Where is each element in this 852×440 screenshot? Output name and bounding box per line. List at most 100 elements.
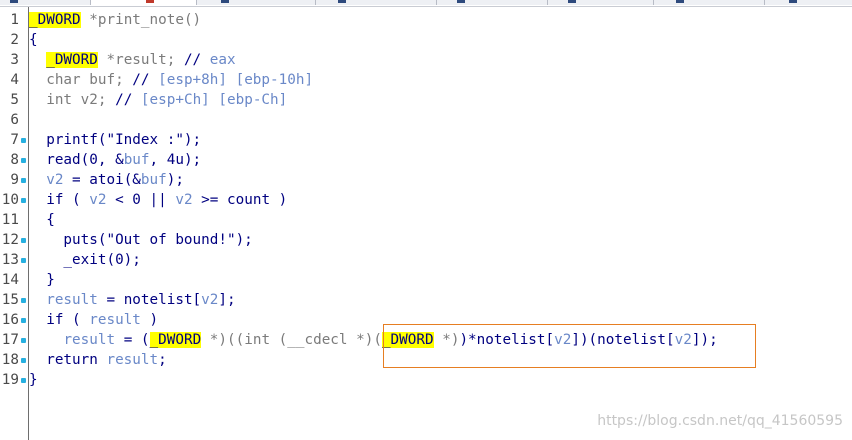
code-line[interactable]: 8 read(0, &buf, 4u); (0, 150, 852, 170)
code-token: = atoi(& (63, 172, 141, 188)
code-line[interactable]: 2{ (0, 30, 852, 50)
line-number: 3 (10, 52, 19, 68)
breakpoint-marker-icon[interactable] (21, 358, 26, 363)
line-number: 19 (1, 372, 19, 388)
code-text: v2 = atoi(&buf); (29, 170, 184, 190)
code-token: *)((int (__cdecl *)( (201, 332, 382, 348)
breakpoint-marker-icon[interactable] (21, 338, 26, 343)
highlighted-token: _DWORD (29, 12, 81, 28)
code-text: result = notelist[v2]; (29, 290, 236, 310)
code-text: _DWORD *print_note() (29, 10, 201, 30)
code-token: // (115, 92, 141, 108)
code-line[interactable]: 4 char buf; // [esp+8h] [ebp-10h] (0, 70, 852, 90)
line-number: 11 (1, 212, 19, 228)
code-token: puts("Out of bound!"); (29, 232, 253, 248)
code-token: result (63, 332, 116, 348)
code-text: } (29, 370, 38, 390)
breakpoint-marker-icon[interactable] (21, 138, 26, 143)
code-token: _exit(0); (29, 252, 141, 268)
code-token: result (106, 352, 159, 368)
code-token: buf (140, 172, 167, 188)
code-line[interactable]: 5 int v2; // [esp+Ch] [ebp-Ch] (0, 90, 852, 110)
line-number: 15 (1, 292, 19, 308)
code-line[interactable]: 14 } (0, 270, 852, 290)
code-token: char buf; (46, 72, 133, 88)
breakpoint-marker-icon[interactable] (21, 178, 26, 183)
tab-8[interactable] (765, 0, 852, 5)
code-token: = ( (115, 332, 150, 348)
code-token: int v2; (46, 92, 116, 108)
code-text: return result; (29, 350, 167, 370)
code-token: read(0, & (29, 152, 124, 168)
tab-5[interactable] (437, 0, 548, 5)
highlighted-token: _DWORD (46, 52, 98, 68)
code-line[interactable]: 13 _exit(0); (0, 250, 852, 270)
code-text: { (29, 210, 55, 230)
code-text: { (29, 30, 38, 50)
code-token: // (183, 52, 210, 68)
code-token: >= count ) (192, 192, 288, 208)
breakpoint-marker-icon[interactable] (21, 298, 26, 303)
code-token: v2 (201, 292, 219, 308)
line-number: 18 (1, 352, 19, 368)
code-line[interactable]: 9 v2 = atoi(&buf); (0, 170, 852, 190)
code-token: return (29, 352, 107, 368)
code-token: [esp+8h] [ebp-10h] (158, 72, 314, 88)
breakpoint-marker-icon[interactable] (21, 318, 26, 323)
tab-7[interactable] (654, 0, 765, 5)
code-line[interactable]: 12 puts("Out of bound!"); (0, 230, 852, 250)
code-line[interactable]: 3 _DWORD *result; // eax (0, 50, 852, 70)
breakpoint-marker-icon[interactable] (21, 258, 26, 263)
code-token: ]; (218, 292, 236, 308)
code-line[interactable]: 1 _DWORD *print_note() (0, 10, 852, 30)
line-number: 7 (10, 132, 19, 148)
code-text: if ( result ) (29, 310, 158, 330)
code-line[interactable]: 6 (0, 110, 852, 130)
tab-4[interactable] (316, 0, 437, 5)
code-token: < 0 || (106, 192, 176, 208)
code-token: if ( (29, 192, 90, 208)
tab-1[interactable] (0, 0, 91, 5)
code-text: puts("Out of bound!"); (29, 230, 253, 250)
code-token: = notelist[ (97, 292, 202, 308)
breakpoint-marker-icon[interactable] (21, 378, 26, 383)
line-number: 5 (10, 92, 19, 108)
code-token: buf (123, 152, 150, 168)
code-line[interactable]: 19} (0, 370, 852, 390)
breakpoint-marker-icon[interactable] (21, 238, 26, 243)
code-text: int v2; // [esp+Ch] [ebp-Ch] (29, 90, 287, 110)
line-number: 4 (10, 72, 19, 88)
code-token: result (46, 292, 98, 308)
code-line[interactable]: 11 { (0, 210, 852, 230)
line-number: 8 (10, 152, 19, 168)
line-number: 12 (1, 232, 19, 248)
highlighted-token: _DWORD (149, 332, 202, 348)
code-token: v2 (89, 192, 107, 208)
code-token: { (29, 212, 55, 228)
breakpoint-marker-icon[interactable] (21, 198, 26, 203)
line-number: 10 (1, 192, 19, 208)
code-line[interactable]: 15 result = notelist[v2]; (0, 290, 852, 310)
code-line[interactable]: 10 if ( v2 < 0 || v2 >= count ) (0, 190, 852, 210)
code-token: } (29, 372, 38, 388)
tab-3[interactable] (197, 0, 316, 5)
tab-6[interactable] (548, 0, 654, 5)
code-text: printf("Index :"); (29, 130, 201, 150)
code-token: ); (166, 172, 184, 188)
breakpoint-marker-icon[interactable] (21, 158, 26, 163)
code-text: char buf; // [esp+8h] [ebp-10h] (29, 70, 313, 90)
code-token: result (89, 312, 141, 328)
code-line[interactable]: 7 printf("Index :"); (0, 130, 852, 150)
line-number: 16 (1, 312, 19, 328)
tab-2[interactable] (91, 0, 197, 5)
code-token: printf("Index :"); (29, 132, 202, 148)
code-token: ; (158, 352, 167, 368)
code-token: [esp+Ch] [ebp-Ch] (140, 92, 288, 108)
code-token: { (29, 32, 38, 48)
code-token: // (132, 72, 159, 88)
code-token: if ( (29, 312, 90, 328)
